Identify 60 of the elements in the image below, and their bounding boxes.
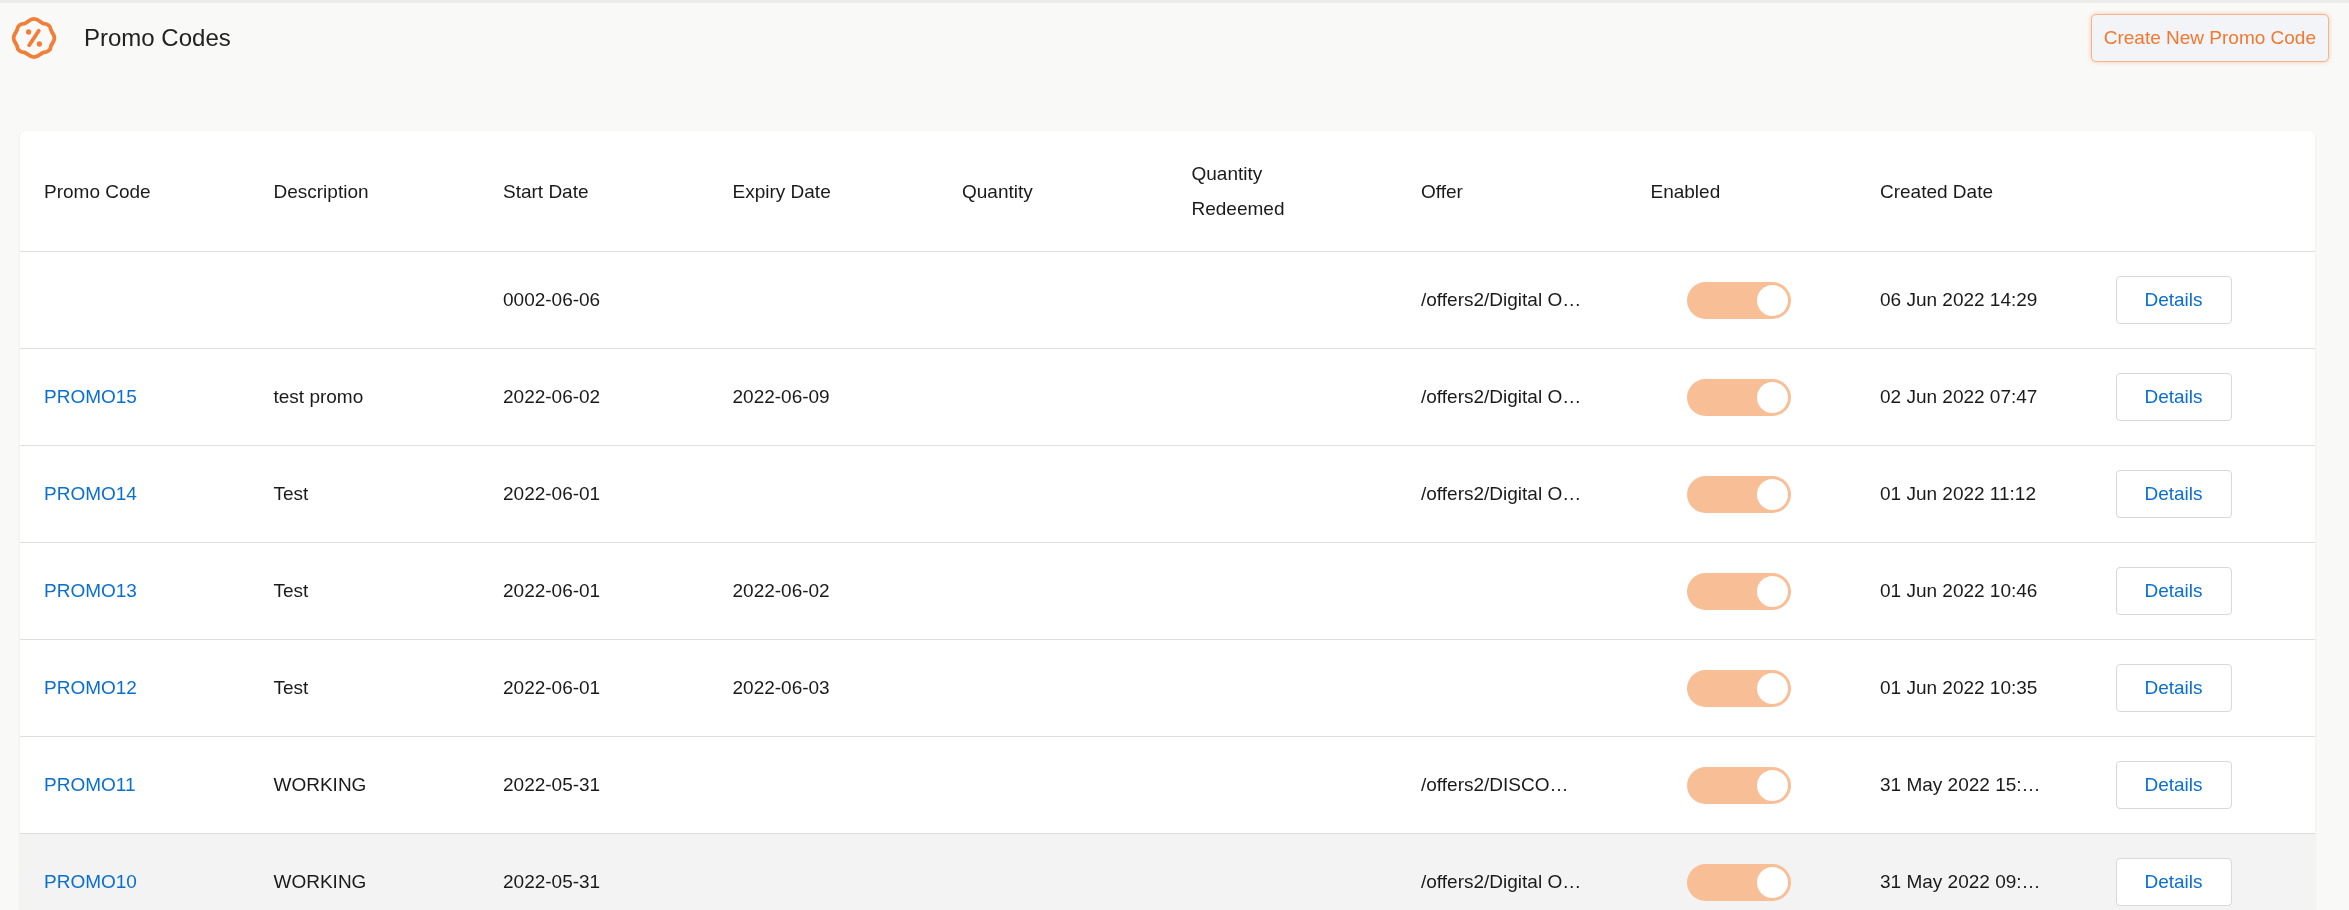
table-cell: /offers2/DISCO… (1421, 774, 1569, 795)
table-cell: /offers2/Digital O… (1421, 871, 1582, 892)
promo-code-link[interactable]: PROMO15 (44, 386, 137, 407)
enabled-toggle[interactable] (1686, 475, 1791, 513)
table-cell: 2022-06-01 (503, 483, 601, 504)
table-cell: 01 Jun 2022 10:46 (1880, 580, 2038, 601)
promo-code-link[interactable]: PROMO10 (44, 871, 137, 892)
details-button[interactable]: Details (2115, 858, 2232, 906)
column-header: Description (273, 179, 370, 204)
column-header: Offer (1421, 179, 1464, 204)
table-cell: 02 Jun 2022 07:47 (1880, 386, 2038, 407)
promo-code-link[interactable]: PROMO12 (44, 677, 137, 698)
column-header: Expiry Date (732, 179, 832, 204)
promo-code-link[interactable]: PROMO14 (44, 483, 137, 504)
table-cell: 2022-06-01 (503, 580, 601, 601)
details-button[interactable]: Details (2115, 276, 2232, 324)
table-cell: 2022-06-03 (732, 677, 830, 698)
enabled-toggle[interactable] (1686, 669, 1791, 707)
table-cell: 06 Jun 2022 14:29 (1880, 289, 2038, 310)
table-cell: 0002-06-06 (503, 289, 601, 310)
table-cell: 2022-06-09 (732, 386, 830, 407)
details-button[interactable]: Details (2115, 567, 2232, 615)
table-cell: 01 Jun 2022 10:35 (1880, 677, 2038, 698)
table-cell: 31 May 2022 09:… (1880, 871, 2041, 892)
column-header: Start Date (503, 179, 590, 204)
table-cell: test promo (273, 386, 364, 407)
enabled-toggle[interactable] (1686, 572, 1791, 610)
table-cell: Test (273, 483, 309, 504)
table-cell: 2022-06-02 (503, 386, 601, 407)
enabled-toggle[interactable] (1686, 766, 1791, 804)
table-cell: /offers2/Digital O… (1421, 386, 1582, 407)
promo-code-link[interactable]: PROMO13 (44, 580, 137, 601)
details-button[interactable]: Details (2115, 664, 2232, 712)
enabled-toggle[interactable] (1686, 863, 1791, 901)
table-cell: Test (273, 580, 309, 601)
table-cell: /offers2/Digital O… (1421, 483, 1582, 504)
column-header: Promo Code (44, 179, 152, 204)
column-header: Enabled (1650, 179, 1722, 204)
enabled-toggle[interactable] (1686, 281, 1791, 319)
table-cell: 2022-05-31 (503, 871, 601, 892)
column-header: Quantity Redeemed (1191, 162, 1286, 221)
table-cell: Test (273, 677, 309, 698)
details-button[interactable]: Details (2115, 761, 2232, 809)
table-cell: 01 Jun 2022 11:12 (1880, 483, 2036, 504)
table-cell: /offers2/Digital O… (1421, 289, 1582, 310)
table-cell: 2022-06-02 (732, 580, 830, 601)
table-cell: 2022-05-31 (503, 774, 601, 795)
discount-badge-icon (10, 14, 58, 62)
column-header: Quantity (962, 179, 1034, 204)
table-cell: WORKING (273, 871, 367, 892)
details-button[interactable]: Details (2115, 373, 2232, 421)
enabled-toggle[interactable] (1686, 378, 1791, 416)
page-title: Promo Codes (84, 24, 231, 52)
table-cell: 2022-06-01 (503, 677, 601, 698)
table-cell: WORKING (273, 774, 367, 795)
table-cell: 31 May 2022 15:… (1880, 774, 2041, 795)
column-header: Created Date (1880, 179, 1994, 204)
details-button[interactable]: Details (2115, 470, 2232, 518)
create-promo-code-button[interactable]: Create New Promo Code (2090, 14, 2329, 62)
promo-code-link[interactable]: PROMO11 (44, 774, 136, 795)
